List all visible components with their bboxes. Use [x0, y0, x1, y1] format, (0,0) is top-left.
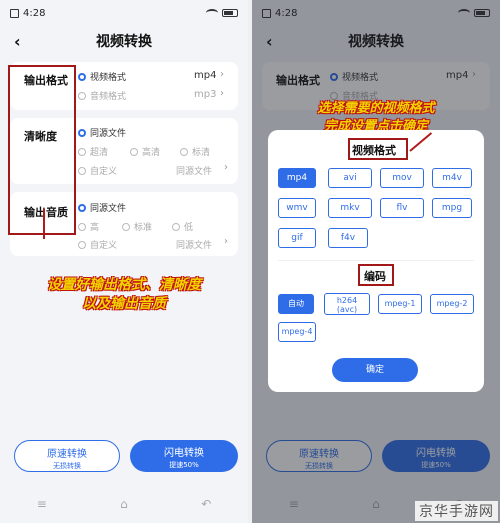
codec-chip-mpeg1[interactable]: mpeg-1	[378, 294, 422, 314]
wifi-icon	[206, 9, 218, 17]
right-annotation-line-1: 选择需要的视频格式	[317, 101, 435, 116]
nav-bar: ‹ 视频转换	[0, 26, 248, 56]
format-chip-m4v[interactable]: m4v	[432, 168, 472, 188]
audio-high-option[interactable]: 高	[78, 220, 99, 233]
normal-convert-label: 原速转换	[47, 449, 87, 460]
watermark: 京华手游网	[415, 501, 498, 521]
radio-icon	[78, 166, 86, 175]
codec-chip-h264[interactable]: h264 (avc)	[324, 293, 370, 315]
codec-title-highlight	[358, 264, 394, 286]
radio-icon	[78, 147, 86, 156]
divider	[278, 260, 474, 261]
sim-icon	[10, 8, 19, 18]
video-format-label: 视频格式	[90, 73, 127, 83]
battery-icon	[222, 9, 238, 17]
radio-icon	[78, 222, 86, 231]
video-format-value[interactable]: mp4	[194, 70, 216, 81]
annotation-arrow	[43, 209, 45, 239]
radio-icon	[78, 91, 86, 100]
format-chip-mov[interactable]: mov	[380, 168, 424, 188]
left-screen: 4:28 ‹ 视频转换 输出格式 视频格式 mp4 › 音频格式 mp3 › 清…	[0, 0, 248, 523]
audio-source-label: 同源文件	[90, 204, 127, 214]
home-icon[interactable]: ⌂	[120, 497, 128, 511]
format-chip-mkv[interactable]: mkv	[328, 198, 372, 218]
clarity-high-label: 高清	[142, 148, 161, 158]
format-chip-avi[interactable]: avi	[328, 168, 372, 188]
radio-icon	[130, 147, 138, 156]
left-annotation: 设置好输出格式、清晰度 以及输出音质	[8, 276, 240, 314]
clarity-standard-label: 标清	[192, 148, 211, 158]
fast-convert-label: 闪电转换	[164, 448, 204, 459]
audio-custom-label: 自定义	[90, 241, 118, 251]
audio-source-option[interactable]: 同源文件	[78, 201, 126, 214]
clarity-source-label: 同源文件	[90, 129, 127, 139]
annotation-arrow	[409, 132, 433, 152]
normal-convert-sub: 无损转换	[53, 462, 81, 470]
status-bar: 4:28	[0, 0, 248, 26]
fast-convert-button[interactable]: 闪电转换 提速50%	[130, 440, 238, 472]
codec-chip-mpeg4[interactable]: mpeg-4	[278, 322, 316, 342]
radio-icon	[172, 222, 180, 231]
clarity-custom-value[interactable]: 同源文件	[176, 164, 212, 177]
clarity-source-option[interactable]: 同源文件	[78, 126, 126, 139]
format-chip-wmv[interactable]: wmv	[278, 198, 316, 218]
radio-icon	[180, 147, 188, 156]
codec-chip-mpeg2[interactable]: mpeg-2	[430, 294, 474, 314]
audio-format-value[interactable]: mp3	[194, 89, 216, 100]
chevron-right-icon[interactable]: ›	[220, 69, 224, 80]
audio-format-option[interactable]: 音频格式	[78, 89, 126, 102]
format-chip-flv[interactable]: flv	[380, 198, 424, 218]
back-nav-icon[interactable]: ↶	[201, 497, 211, 511]
clarity-custom-label: 自定义	[90, 167, 118, 177]
radio-selected-icon	[78, 72, 86, 81]
menu-icon[interactable]: ≡	[37, 497, 47, 511]
left-annotation-line-2: 以及输出音质	[82, 296, 166, 312]
audio-standard-option[interactable]: 标准	[122, 220, 152, 233]
clarity-standard-option[interactable]: 标清	[180, 145, 210, 158]
radio-icon	[78, 240, 86, 249]
page-title: 视频转换	[96, 34, 152, 50]
clarity-custom-option[interactable]: 自定义	[78, 164, 117, 177]
format-modal: 视频格式 mp4 avi mov m4v wmv mkv flv mpg gif…	[268, 130, 484, 392]
left-annotation-line-1: 设置好输出格式、清晰度	[47, 277, 201, 293]
video-title-highlight	[348, 138, 408, 160]
radio-selected-icon	[78, 128, 86, 137]
format-chip-mp4[interactable]: mp4	[278, 168, 316, 188]
audio-low-label: 低	[184, 223, 194, 233]
codec-chip-auto[interactable]: 自动	[278, 294, 314, 314]
format-chip-mpg[interactable]: mpg	[432, 198, 472, 218]
clarity-high-option[interactable]: 高清	[130, 145, 160, 158]
chevron-right-icon[interactable]: ›	[224, 162, 228, 173]
format-chip-f4v[interactable]: f4v	[328, 228, 368, 248]
confirm-button[interactable]: 确定	[332, 358, 418, 382]
chevron-right-icon[interactable]: ›	[224, 236, 228, 247]
radio-icon	[122, 222, 130, 231]
bottom-actions: 原速转换 无损转换 闪电转换 提速50%	[0, 440, 248, 476]
audio-format-label: 音频格式	[90, 92, 127, 102]
right-screen: 4:28 ‹ 视频转换 输出格式 视频格式 mp4 › 音频格式 原速转换 无损…	[252, 0, 500, 523]
fast-convert-sub: 提速50%	[169, 461, 199, 469]
status-time: 4:28	[23, 7, 46, 19]
audio-high-label: 高	[90, 223, 100, 233]
clarity-ultra-label: 超清	[90, 148, 109, 158]
audio-standard-label: 标准	[134, 223, 153, 233]
chevron-right-icon[interactable]: ›	[220, 88, 224, 99]
annotation-box	[8, 65, 76, 235]
system-nav-bar: ≡ ⌂ ↶	[0, 490, 248, 518]
normal-convert-button[interactable]: 原速转换 无损转换	[14, 440, 120, 472]
audio-custom-value[interactable]: 同源文件	[176, 238, 212, 251]
video-format-option[interactable]: 视频格式	[78, 70, 126, 83]
audio-low-option[interactable]: 低	[172, 220, 193, 233]
clarity-ultra-option[interactable]: 超清	[78, 145, 108, 158]
format-chip-gif[interactable]: gif	[278, 228, 316, 248]
codec-h264-sub: (avc)	[336, 305, 358, 314]
radio-selected-icon	[78, 203, 86, 212]
codec-h264-label: h264	[336, 296, 358, 305]
back-icon[interactable]: ‹	[14, 32, 21, 51]
audio-custom-option[interactable]: 自定义	[78, 238, 117, 251]
